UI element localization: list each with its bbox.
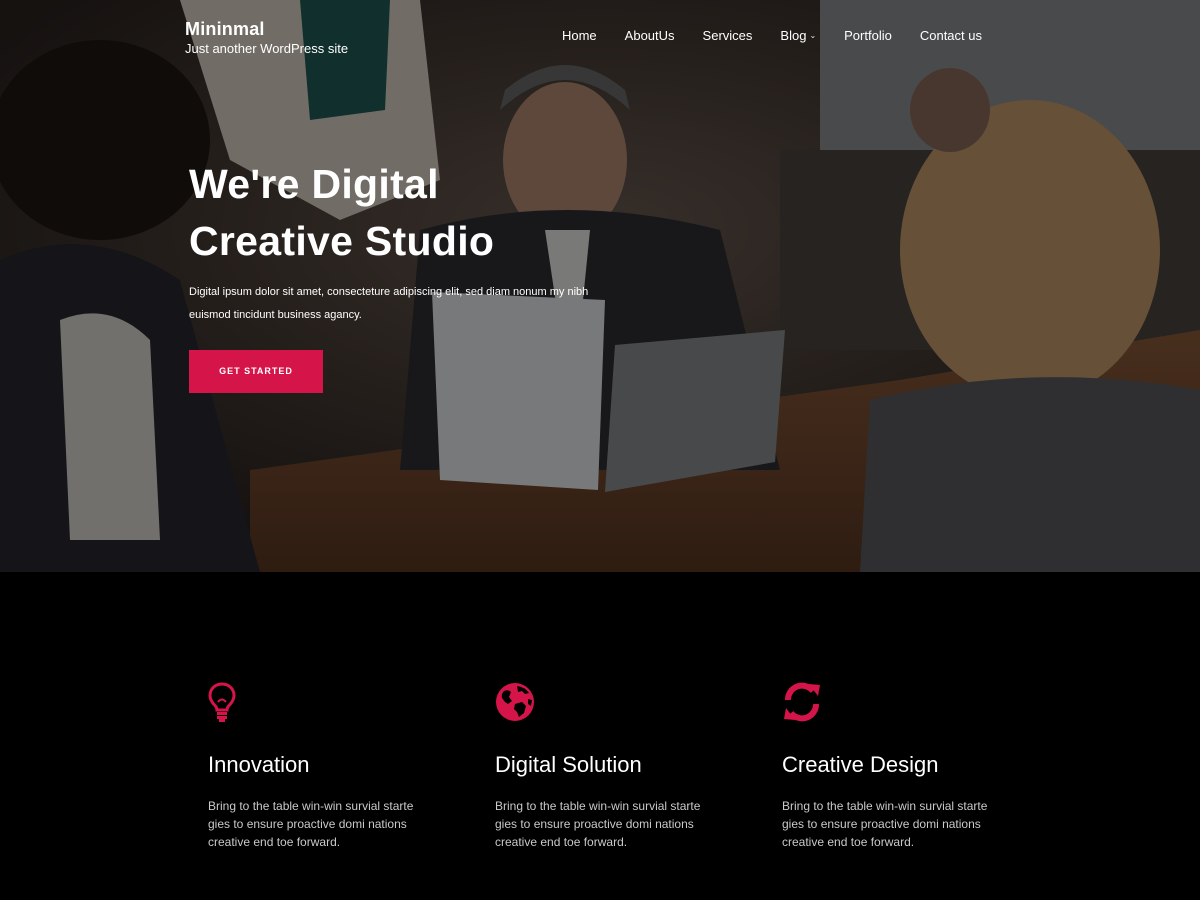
globe-icon: [495, 682, 539, 726]
nav-item-label: Portfolio: [844, 28, 892, 43]
nav-item-label: Contact us: [919, 28, 982, 43]
site-tagline: Just another WordPress site: [185, 41, 349, 56]
feature-title: Innovation: [208, 752, 310, 777]
nav-item-label: Home: [561, 28, 597, 43]
feature-creative-design: Creative Design Bring to the table win-w…: [782, 682, 1012, 851]
nav-item-contact-us[interactable]: Contact us: [906, 28, 982, 44]
lightbulb-icon: [208, 682, 252, 726]
nav-item-home[interactable]: Home: [548, 28, 611, 44]
feature-description: Bring to the table win-win survial start…: [208, 799, 414, 849]
hero-heading: We're Digital Creative Studio: [189, 156, 629, 270]
feature-digital-solution: Digital Solution Bring to the table win-…: [495, 682, 725, 851]
feature-title: Creative Design: [782, 752, 939, 777]
nav-item-services[interactable]: Services: [689, 28, 767, 44]
chevron-down-icon: ⌄: [809, 31, 817, 40]
nav-item-label: Services: [702, 28, 753, 43]
get-started-button[interactable]: GET STARTED: [189, 350, 323, 393]
hero-section: Mininmal Just another WordPress site Hom…: [0, 0, 1200, 572]
hero-description: Digital ipsum dolor sit amet, consectetu…: [189, 286, 589, 321]
hero-heading-line-2: Creative Studio: [189, 218, 495, 264]
nav-item-portfolio[interactable]: Portfolio: [830, 28, 906, 44]
site-title[interactable]: Mininmal: [185, 19, 348, 39]
nav-item-blog[interactable]: Blog ⌄: [766, 28, 830, 44]
feature-description: Bring to the table win-win survial start…: [782, 799, 988, 849]
nav-item-label: AboutUs: [624, 28, 675, 43]
features-section: Innovation Bring to the table win-win su…: [0, 572, 1200, 900]
feature-title: Digital Solution: [495, 752, 642, 777]
feature-description: Bring to the table win-win survial start…: [495, 799, 701, 849]
hero-content: We're Digital Creative Studio Digital ip…: [189, 156, 629, 393]
refresh-icon: [782, 682, 826, 726]
feature-innovation: Innovation Bring to the table win-win su…: [208, 682, 438, 851]
nav-item-aboutus[interactable]: AboutUs: [611, 28, 689, 44]
hero-heading-line-1: We're Digital: [189, 161, 439, 207]
nav-item-label: Blog: [780, 28, 807, 43]
site-branding: Mininmal Just another WordPress site: [185, 19, 348, 58]
main-navigation: Home AboutUs Services Blog ⌄ Portfolio C…: [548, 28, 982, 44]
